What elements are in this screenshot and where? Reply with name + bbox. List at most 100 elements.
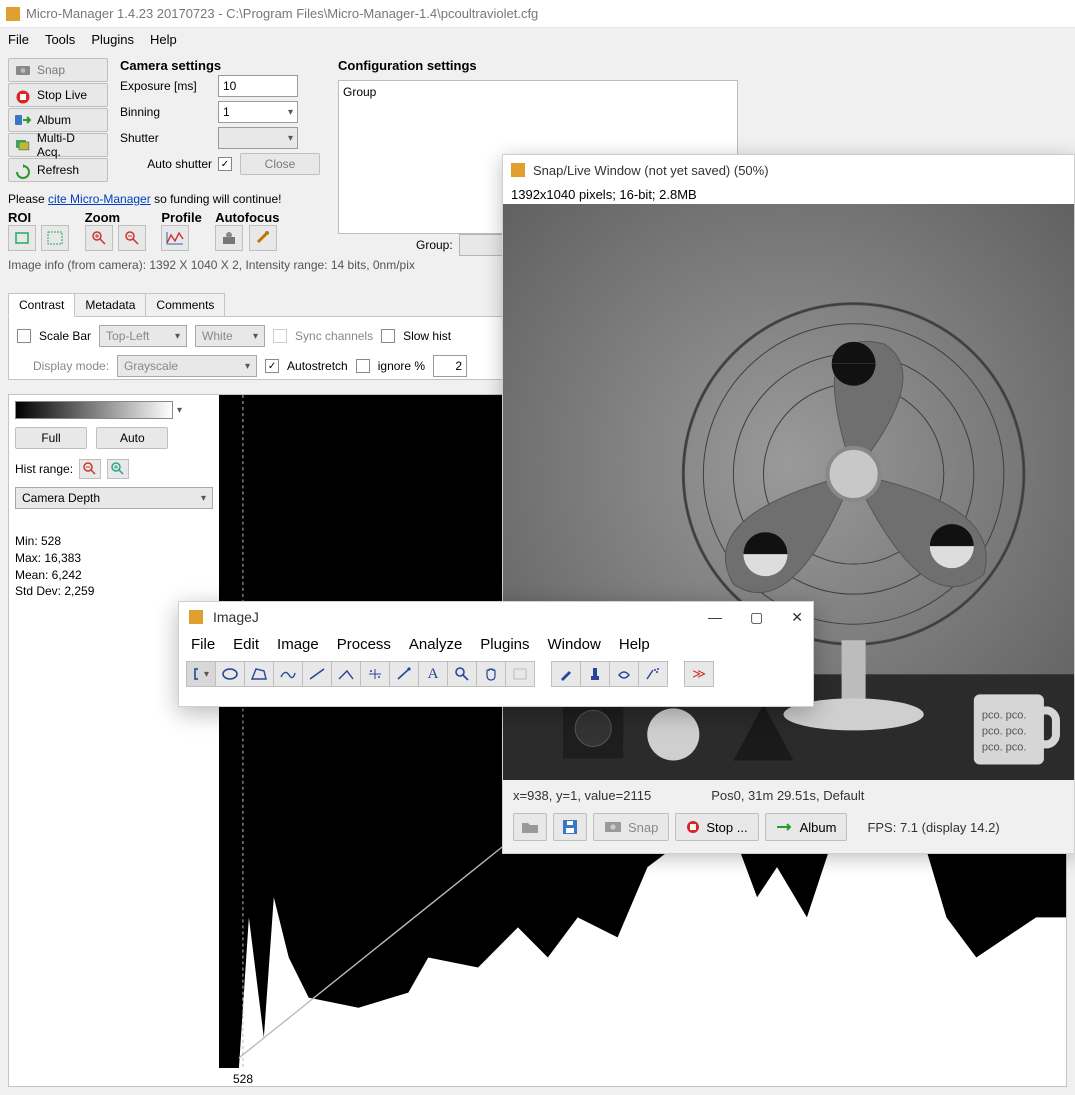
lut-gradient-select[interactable] <box>15 401 203 419</box>
exposure-input[interactable] <box>218 75 298 97</box>
brush-tool-icon[interactable] <box>580 661 610 687</box>
config-settings: Configuration settings <box>338 58 477 73</box>
flood-fill-tool-icon[interactable] <box>609 661 639 687</box>
snap-image-meta: 1392x1040 pixels; 16-bit; 2.8MB <box>503 185 1074 204</box>
display-mode-select[interactable]: Grayscale <box>117 355 257 377</box>
stop-live-button[interactable]: Stop Live <box>8 83 108 107</box>
ij-menu-file[interactable]: File <box>191 636 215 653</box>
auto-button[interactable]: Auto <box>96 427 168 449</box>
stat-std: Std Dev: 2,259 <box>15 583 203 600</box>
refresh-button[interactable]: Refresh <box>8 158 108 182</box>
tab-metadata[interactable]: Metadata <box>74 293 146 317</box>
cite-link[interactable]: cite Micro-Manager <box>48 192 151 206</box>
minimize-icon[interactable]: — <box>708 609 722 626</box>
depth-select[interactable]: Camera Depth <box>15 487 213 509</box>
line-tool-icon[interactable] <box>302 661 332 687</box>
sync-checkbox[interactable] <box>273 329 287 343</box>
magnifier-tool-icon[interactable] <box>447 661 477 687</box>
close-button[interactable]: Close <box>240 153 320 175</box>
svg-text:pco. pco.: pco. pco. <box>982 725 1027 737</box>
wand-tool-icon[interactable] <box>389 661 419 687</box>
snap-button-2[interactable]: Snap <box>593 813 669 841</box>
hist-widen-button[interactable] <box>107 459 129 479</box>
autofocus-button[interactable] <box>215 225 243 251</box>
menu-file[interactable]: File <box>8 32 29 47</box>
roi-clear-button[interactable] <box>41 225 69 251</box>
main-title: Micro-Manager 1.4.23 20170723 - C:\Progr… <box>26 6 538 21</box>
ij-menu-help[interactable]: Help <box>619 636 650 653</box>
tab-contrast[interactable]: Contrast <box>8 293 75 317</box>
ij-menu-plugins[interactable]: Plugins <box>480 636 529 653</box>
ij-menu-image[interactable]: Image <box>277 636 319 653</box>
pencil-tool-icon[interactable] <box>551 661 581 687</box>
slow-hist-checkbox[interactable] <box>381 329 395 343</box>
point-tool-icon[interactable] <box>360 661 390 687</box>
zoom-out-button[interactable] <box>118 225 146 251</box>
scale-bar-pos-select[interactable]: Top-Left <box>99 325 187 347</box>
hand-tool-icon[interactable] <box>476 661 506 687</box>
snap-status-xy: x=938, y=1, value=2115 <box>513 788 651 803</box>
freehand-tool-icon[interactable] <box>273 661 303 687</box>
stat-max: Max: 16,383 <box>15 550 203 567</box>
imagej-window[interactable]: ImageJ — ▢ ✕ File Edit Image Process Ana… <box>178 601 814 707</box>
maximize-icon[interactable]: ▢ <box>750 609 763 626</box>
binning-select[interactable]: 1 <box>218 101 298 123</box>
autostretch-checkbox[interactable]: ✓ <box>265 359 279 373</box>
menu-plugins[interactable]: Plugins <box>91 32 134 47</box>
snap-titlebar[interactable]: Snap/Live Window (not yet saved) (50%) <box>503 155 1074 185</box>
stop-button[interactable]: Stop ... <box>675 813 758 841</box>
rect-tool-icon[interactable] <box>186 661 216 687</box>
snap-live-window[interactable]: Snap/Live Window (not yet saved) (50%) 1… <box>502 154 1075 854</box>
ignore-input[interactable] <box>433 355 467 377</box>
multi-d-button[interactable]: Multi-D Acq. <box>8 133 108 157</box>
color-picker-tool-icon[interactable] <box>505 661 535 687</box>
main-titlebar[interactable]: Micro-Manager 1.4.23 20170723 - C:\Progr… <box>0 0 1075 28</box>
fps-readout: FPS: 7.1 (display 14.2) <box>867 820 999 835</box>
shutter-select[interactable] <box>218 127 298 149</box>
more-tools-icon[interactable]: ≫ <box>684 661 714 687</box>
snap-title-text: Snap/Live Window (not yet saved) (50%) <box>533 163 769 178</box>
album-button-2[interactable]: Album <box>765 813 848 841</box>
angle-tool-icon[interactable] <box>331 661 361 687</box>
histogram-controls: Full Auto Hist range: Camera Depth Min: … <box>9 395 209 606</box>
ignore-checkbox[interactable] <box>356 359 370 373</box>
save-button[interactable] <box>553 813 587 841</box>
imagej-titlebar[interactable]: ImageJ — ▢ ✕ <box>179 602 813 632</box>
polygon-tool-icon[interactable] <box>244 661 274 687</box>
zoom-heading: Zoom <box>85 210 148 225</box>
auto-shutter-checkbox[interactable]: ✓ <box>218 157 232 171</box>
close-icon[interactable]: ✕ <box>791 609 803 626</box>
ij-menu-window[interactable]: Window <box>548 636 601 653</box>
full-button[interactable]: Full <box>15 427 87 449</box>
ij-menu-analyze[interactable]: Analyze <box>409 636 462 653</box>
ij-menu-edit[interactable]: Edit <box>233 636 259 653</box>
autofocus-settings-button[interactable] <box>249 225 277 251</box>
album-button[interactable]: Album <box>8 108 108 132</box>
open-folder-button[interactable] <box>513 813 547 841</box>
album-label: Album <box>37 113 71 127</box>
camera-icon <box>15 64 31 76</box>
scale-bar-checkbox[interactable] <box>17 329 31 343</box>
oval-tool-icon[interactable] <box>215 661 245 687</box>
roi-heading: ROI <box>8 210 71 225</box>
scale-bar-color-select[interactable]: White <box>195 325 265 347</box>
multi-d-label: Multi-D Acq. <box>37 131 101 159</box>
snap-button[interactable]: Snap <box>8 58 108 82</box>
sync-label: Sync channels <box>295 329 373 343</box>
text-tool-icon[interactable]: A <box>418 661 448 687</box>
camera-settings: Camera settings Exposure [ms] Binning 1 … <box>120 58 320 177</box>
snap-label: Snap <box>37 63 65 77</box>
zoom-in-button[interactable] <box>85 225 113 251</box>
profile-button[interactable] <box>161 225 189 251</box>
exposure-label: Exposure [ms] <box>120 79 218 93</box>
svg-text:pco. pco.: pco. pco. <box>982 741 1027 753</box>
group-label: Group <box>343 85 376 99</box>
tab-comments[interactable]: Comments <box>145 293 225 317</box>
spray-tool-icon[interactable] <box>638 661 668 687</box>
menu-help[interactable]: Help <box>150 32 177 47</box>
menu-tools[interactable]: Tools <box>45 32 75 47</box>
roi-set-button[interactable] <box>8 225 36 251</box>
tab-content: Scale Bar Top-Left White Sync channels S… <box>8 316 508 380</box>
ij-menu-process[interactable]: Process <box>337 636 391 653</box>
hist-narrow-button[interactable] <box>79 459 101 479</box>
